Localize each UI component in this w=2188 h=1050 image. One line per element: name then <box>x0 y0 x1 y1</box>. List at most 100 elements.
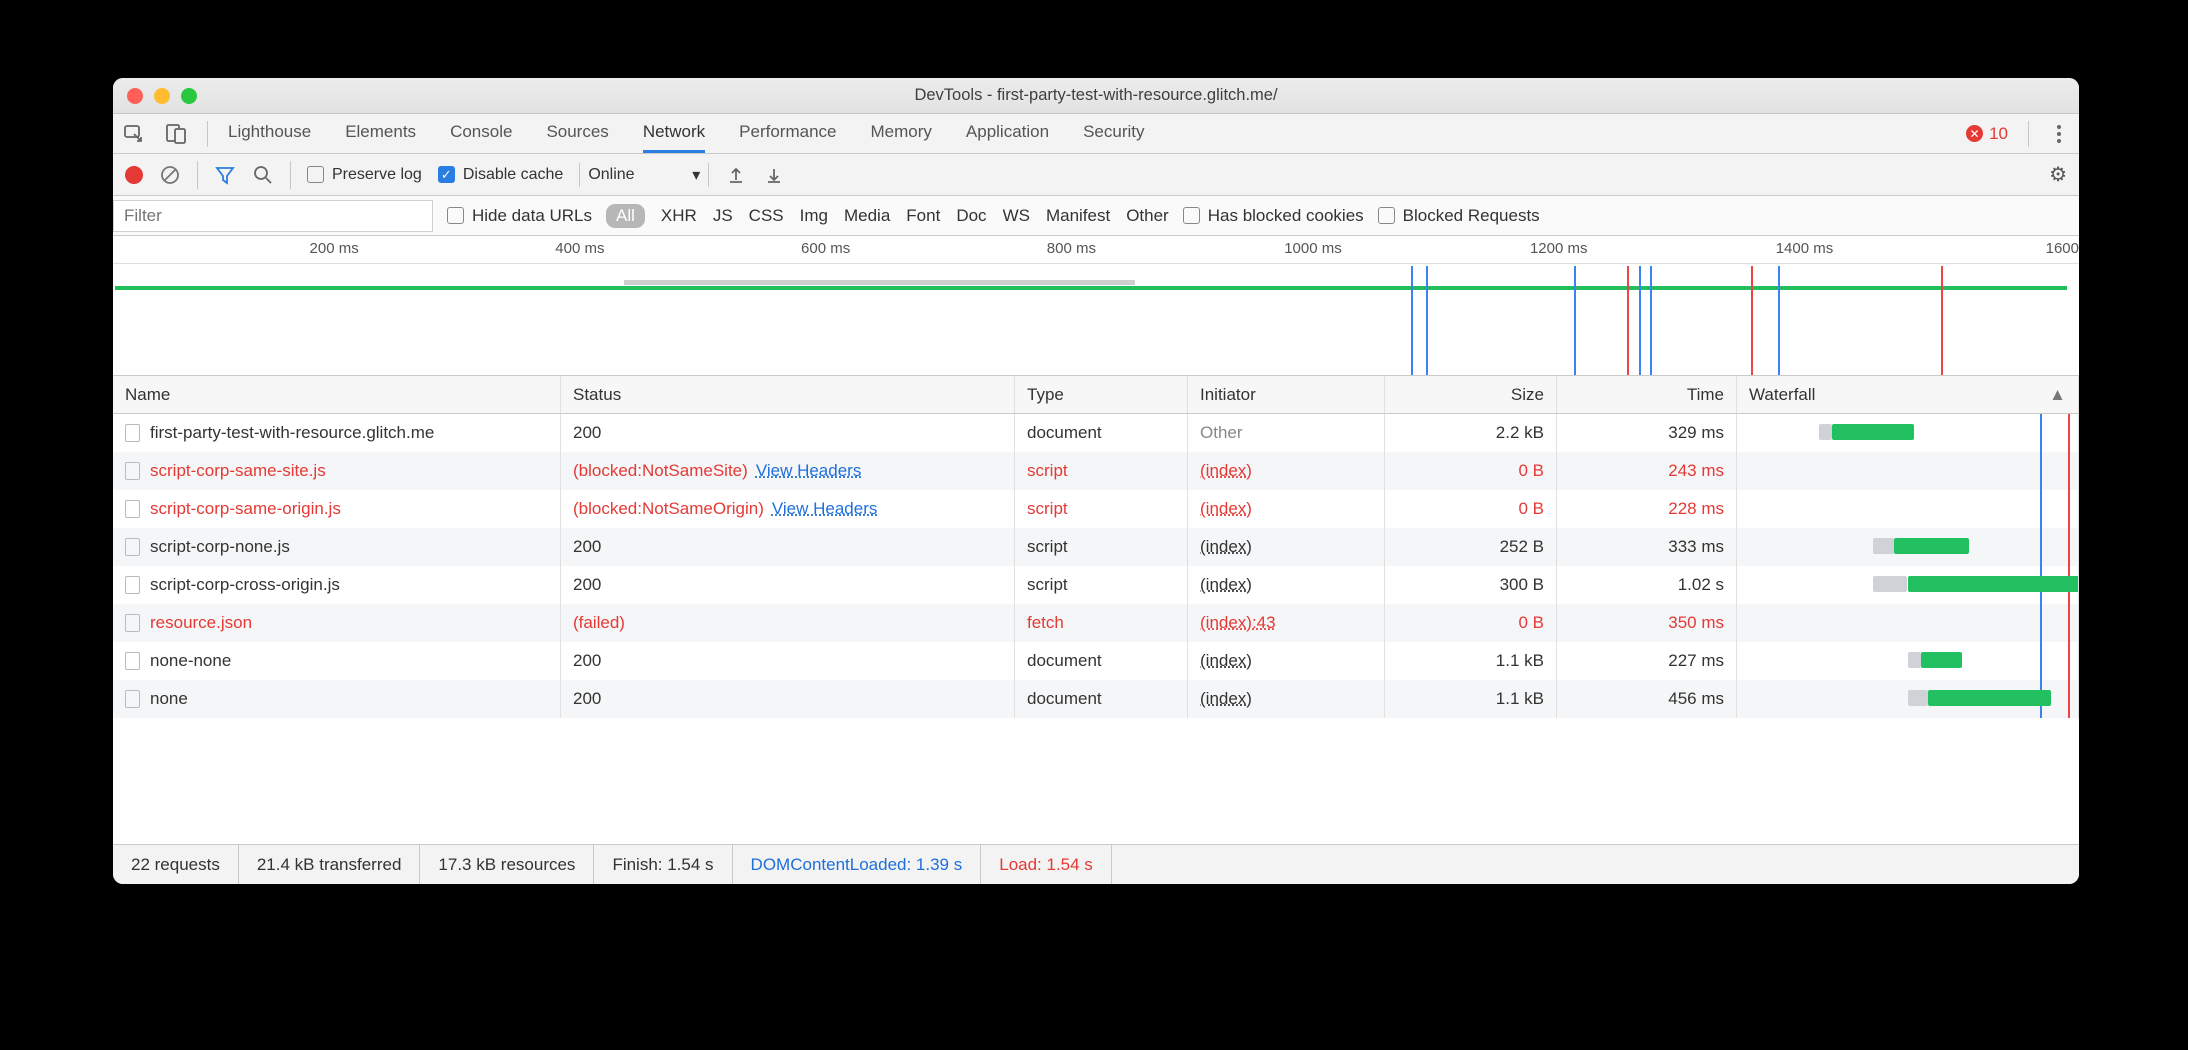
disable-cache-checkbox[interactable]: Disable cache <box>438 166 564 184</box>
table-row[interactable]: none200document(index)1.1 kB456 ms <box>113 680 2079 718</box>
network-toolbar: Preserve log Disable cache Online ▾ ⚙ <box>113 154 2079 196</box>
more-menu-icon[interactable] <box>2049 125 2069 143</box>
filter-type-ws[interactable]: WS <box>1003 206 1030 226</box>
request-type: document <box>1015 642 1188 680</box>
request-type: document <box>1015 680 1188 718</box>
request-size: 1.1 kB <box>1385 680 1557 718</box>
error-count: 10 <box>1989 124 2008 144</box>
filter-type-other[interactable]: Other <box>1126 206 1169 226</box>
preserve-log-checkbox[interactable]: Preserve log <box>307 166 422 184</box>
status-requests: 22 requests <box>113 845 239 884</box>
record-button[interactable] <box>125 166 143 184</box>
request-initiator[interactable]: Other <box>1200 423 1243 443</box>
filter-type-media[interactable]: Media <box>844 206 890 226</box>
request-name: script-corp-none.js <box>150 537 290 557</box>
filter-type-font[interactable]: Font <box>906 206 940 226</box>
blocked-requests-checkbox[interactable]: Blocked Requests <box>1378 206 1540 226</box>
request-type: script <box>1015 528 1188 566</box>
table-row[interactable]: script-corp-cross-origin.js200script(ind… <box>113 566 2079 604</box>
request-name: none-none <box>150 651 231 671</box>
request-initiator[interactable]: (index) <box>1200 499 1252 519</box>
separator <box>197 161 198 189</box>
request-type: script <box>1015 490 1188 528</box>
request-initiator[interactable]: (index) <box>1200 537 1252 557</box>
separator <box>207 121 208 147</box>
devtools-window: DevTools - first-party-test-with-resourc… <box>113 78 2079 884</box>
file-icon <box>125 690 140 708</box>
table-row[interactable]: script-corp-same-site.js(blocked:NotSame… <box>113 452 2079 490</box>
request-status: 200 <box>573 689 601 709</box>
tab-console[interactable]: Console <box>450 114 512 153</box>
tab-memory[interactable]: Memory <box>871 114 932 153</box>
request-initiator[interactable]: (index) <box>1200 461 1252 481</box>
column-initiator[interactable]: Initiator <box>1188 376 1385 413</box>
filter-type-css[interactable]: CSS <box>749 206 784 226</box>
request-status: (blocked:NotSameOrigin) <box>573 499 764 519</box>
clear-button[interactable] <box>159 164 181 186</box>
download-har-icon[interactable] <box>763 164 785 186</box>
column-name[interactable]: Name <box>113 376 561 413</box>
filter-type-xhr[interactable]: XHR <box>661 206 697 226</box>
column-status[interactable]: Status <box>561 376 1015 413</box>
request-initiator[interactable]: (index):43 <box>1200 613 1276 633</box>
upload-har-icon[interactable] <box>725 164 747 186</box>
request-waterfall <box>1737 642 2079 680</box>
filter-type-manifest[interactable]: Manifest <box>1046 206 1110 226</box>
request-type: script <box>1015 452 1188 490</box>
requests-table: Name Status Type Initiator Size Time Wat… <box>113 376 2079 844</box>
tab-application[interactable]: Application <box>966 114 1049 153</box>
request-status: (failed) <box>573 613 625 633</box>
filter-type-doc[interactable]: Doc <box>956 206 986 226</box>
column-time[interactable]: Time <box>1557 376 1737 413</box>
sort-asc-icon: ▲ <box>2049 385 2066 405</box>
column-type[interactable]: Type <box>1015 376 1188 413</box>
main-tabbar: Lighthouse Elements Console Sources Network P… <box>113 114 2079 154</box>
device-toggle-icon[interactable] <box>165 123 187 145</box>
status-load: Load: 1.54 s <box>981 845 1112 884</box>
status-transferred: 21.4 kB transferred <box>239 845 421 884</box>
timeline-overview[interactable]: 200 ms400 ms600 ms800 ms1000 ms1200 ms14… <box>113 236 2079 376</box>
table-row[interactable]: none-none200document(index)1.1 kB227 ms <box>113 642 2079 680</box>
filter-input[interactable] <box>113 200 433 232</box>
column-waterfall[interactable]: Waterfall▲ <box>1737 376 2079 413</box>
tab-sources[interactable]: Sources <box>546 114 608 153</box>
request-name: script-corp-same-origin.js <box>150 499 341 519</box>
request-initiator[interactable]: (index) <box>1200 575 1252 595</box>
throttle-select[interactable]: Online ▾ <box>579 163 709 187</box>
table-header: Name Status Type Initiator Size Time Wat… <box>113 376 2079 414</box>
separator <box>290 161 291 189</box>
file-icon <box>125 462 140 480</box>
tab-elements[interactable]: Elements <box>345 114 416 153</box>
status-domcontentloaded: DOMContentLoaded: 1.39 s <box>733 845 982 884</box>
request-initiator[interactable]: (index) <box>1200 689 1252 709</box>
request-initiator[interactable]: (index) <box>1200 651 1252 671</box>
view-headers-link[interactable]: View Headers <box>772 499 878 519</box>
has-blocked-cookies-checkbox[interactable]: Has blocked cookies <box>1183 206 1364 226</box>
filter-bar: Hide data URLs All XHR JS CSS Img Media Font Do… <box>113 196 2079 236</box>
tab-lighthouse[interactable]: Lighthouse <box>228 114 311 153</box>
table-row[interactable]: first-party-test-with-resource.glitch.me… <box>113 414 2079 452</box>
column-size[interactable]: Size <box>1385 376 1557 413</box>
filter-type-js[interactable]: JS <box>713 206 733 226</box>
inspect-icon[interactable] <box>123 123 145 145</box>
search-icon[interactable] <box>252 164 274 186</box>
request-time: 1.02 s <box>1557 566 1737 604</box>
table-row[interactable]: resource.json(failed)fetch(index):430 B3… <box>113 604 2079 642</box>
request-status: (blocked:NotSameSite) <box>573 461 748 481</box>
tab-performance[interactable]: Performance <box>739 114 836 153</box>
settings-icon[interactable]: ⚙ <box>2049 162 2067 187</box>
titlebar: DevTools - first-party-test-with-resourc… <box>113 78 2079 114</box>
request-waterfall <box>1737 566 2079 604</box>
table-row[interactable]: script-corp-same-origin.js (blocked:NotSa… <box>113 490 2079 528</box>
filter-type-all[interactable]: All <box>606 204 645 228</box>
timeline-tick: 600 ms <box>801 240 850 257</box>
tab-security[interactable]: Security <box>1083 114 1144 153</box>
tab-network[interactable]: Network <box>643 114 705 153</box>
hide-data-urls-checkbox[interactable]: Hide data URLs <box>447 206 592 226</box>
filter-icon[interactable] <box>214 164 236 186</box>
request-name: resource.json <box>150 613 252 633</box>
view-headers-link[interactable]: View Headers <box>756 461 862 481</box>
filter-type-img[interactable]: Img <box>800 206 828 226</box>
table-row[interactable]: script-corp-none.js200script(index)252 B… <box>113 528 2079 566</box>
error-count-badge[interactable]: ✕ 10 <box>1966 124 2008 144</box>
